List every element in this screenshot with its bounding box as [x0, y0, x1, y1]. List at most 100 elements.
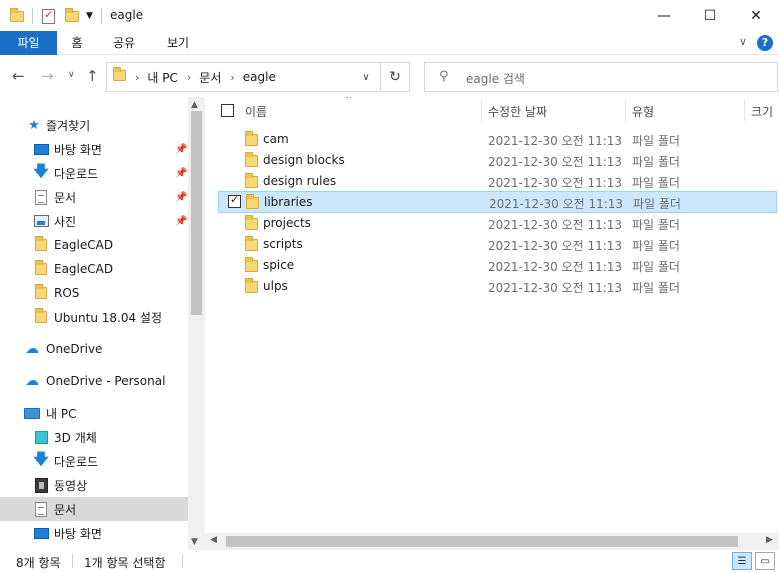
minimize-button[interactable]: —: [641, 0, 687, 31]
column-size[interactable]: 크기: [751, 103, 773, 120]
close-button[interactable]: ✕: [733, 0, 779, 31]
nav-scrollbar-thumb[interactable]: [191, 111, 202, 315]
selection-count: 1개 항목 선택함: [84, 556, 166, 570]
pin-icon: 📌: [175, 167, 188, 179]
folder-icon: [245, 152, 258, 170]
file-row-projects[interactable]: projects 2021-12-30 오전 11:13 파일 폴더: [219, 213, 777, 234]
file-row-ulps[interactable]: ulps 2021-12-30 오전 11:13 파일 폴더: [219, 276, 777, 297]
up-arrow-icon[interactable]: ↑: [86, 67, 99, 85]
3d-objects-icon: [33, 429, 49, 445]
file-row-libraries[interactable]: ✓ libraries 2021-12-30 오전 11:13 파일 폴더: [218, 191, 777, 213]
file-row-cam[interactable]: cam 2021-12-30 오전 11:13 파일 폴더: [219, 129, 777, 150]
help-icon[interactable]: ?: [757, 35, 773, 51]
nav-scrollbar[interactable]: ▲ ▼: [188, 97, 205, 550]
chevron-right-icon[interactable]: ›: [230, 71, 234, 84]
status-bar: 8개 항목 1개 항목 선택함 ☰ ▭: [0, 550, 779, 573]
horizontal-scrollbar-thumb[interactable]: [226, 536, 738, 547]
nav-quick-access[interactable]: ★ 즐겨찾기: [0, 113, 188, 137]
nav-onedrive[interactable]: ☁ OneDrive: [0, 337, 188, 361]
nav-label: 문서: [54, 190, 77, 205]
file-row-design-rules[interactable]: design rules 2021-12-30 오전 11:13 파일 폴더: [219, 171, 777, 192]
maximize-button[interactable]: ☐: [687, 0, 733, 31]
folder-icon: [246, 194, 259, 212]
tab-view[interactable]: 보기: [160, 31, 196, 55]
chevron-right-icon[interactable]: ›: [187, 71, 191, 84]
nav-item-ros[interactable]: ROS: [0, 281, 188, 305]
column-date-modified[interactable]: 수정한 날짜: [488, 103, 547, 120]
nav-this-pc[interactable]: 내 PC: [0, 401, 188, 425]
folder-icon: [33, 236, 49, 253]
nav-item-videos[interactable]: 동영상: [0, 473, 188, 497]
select-all-checkbox[interactable]: [221, 104, 234, 117]
nav-label: 사진: [54, 214, 77, 229]
breadcrumb-this-pc[interactable]: 내 PC: [147, 69, 177, 86]
toolbar-divider: [32, 8, 33, 24]
cloud-icon: ☁: [25, 341, 39, 357]
checkmark-icon: ✓: [230, 193, 240, 206]
file-row-scripts[interactable]: scripts 2021-12-30 오전 11:13 파일 폴더: [219, 234, 777, 255]
back-arrow-icon[interactable]: ←: [12, 67, 25, 85]
nav-item-pc-downloads[interactable]: 🡇 다운로드: [0, 449, 188, 473]
scroll-up-icon[interactable]: ▲: [191, 100, 198, 110]
nav-label: EagleCAD: [54, 238, 114, 252]
properties-icon[interactable]: [42, 7, 55, 25]
computer-icon: [24, 405, 40, 421]
nav-item-pc-documents[interactable]: 문서: [0, 497, 188, 521]
file-type: 파일 폴더: [632, 281, 680, 295]
expand-ribbon-chevron-icon[interactable]: ∨: [739, 35, 747, 48]
tab-share[interactable]: 공유: [106, 31, 142, 55]
document-icon: [33, 501, 49, 517]
forward-arrow-icon[interactable]: →: [41, 67, 54, 85]
nav-label: 바탕 화면: [54, 526, 102, 541]
search-placeholder: eagle 검색: [466, 72, 525, 86]
nav-item-pc-desktop[interactable]: 바탕 화면: [0, 521, 188, 545]
large-icons-view-button[interactable]: ▭: [755, 552, 775, 570]
column-name[interactable]: 이름: [245, 103, 267, 120]
file-name: design rules: [263, 174, 337, 188]
scroll-left-icon[interactable]: ◀: [210, 535, 217, 545]
scroll-down-icon[interactable]: ▼: [191, 537, 198, 547]
ribbon-tabs: 파일 홈 공유 보기 ∨ ?: [0, 31, 779, 55]
breadcrumb-eagle[interactable]: eagle: [243, 70, 276, 84]
row-checkbox[interactable]: ✓: [228, 193, 241, 208]
refresh-button[interactable]: ↻: [380, 62, 410, 92]
horizontal-scrollbar[interactable]: ◀ ▶: [205, 533, 779, 550]
file-row-design-blocks[interactable]: design blocks 2021-12-30 오전 11:13 파일 폴더: [219, 150, 777, 171]
scroll-right-icon[interactable]: ▶: [766, 535, 773, 545]
address-bar[interactable]: › 내 PC › 문서 › eagle ∨: [106, 62, 410, 92]
column-type[interactable]: 유형: [632, 103, 654, 120]
recent-locations-chevron-icon[interactable]: ∨: [68, 70, 75, 80]
file-date: 2021-12-30 오전 11:13: [488, 281, 623, 295]
nav-item-pictures[interactable]: 사진 📌: [0, 209, 188, 233]
file-date: 2021-12-30 오전 11:13: [488, 176, 623, 190]
file-date: 2021-12-30 오전 11:13: [489, 197, 624, 211]
nav-item-eaglecad-2[interactable]: EagleCAD: [0, 257, 188, 281]
sort-ascending-icon: ^: [345, 97, 353, 105]
file-date: 2021-12-30 오전 11:13: [488, 218, 623, 232]
details-view-button[interactable]: ☰: [732, 552, 752, 570]
customize-toolbar-chevron-icon[interactable]: ▼: [86, 7, 93, 25]
chevron-right-icon[interactable]: ›: [135, 71, 139, 84]
column-divider[interactable]: [481, 99, 482, 121]
nav-item-desktop[interactable]: 바탕 화면 📌: [0, 137, 188, 161]
new-folder-icon[interactable]: [65, 7, 79, 25]
nav-item-3d-objects[interactable]: 3D 개체: [0, 425, 188, 449]
document-icon: [33, 189, 49, 205]
file-date: 2021-12-30 오전 11:13: [488, 155, 623, 169]
nav-item-downloads[interactable]: 🡇 다운로드 📌: [0, 161, 188, 185]
file-row-spice[interactable]: spice 2021-12-30 오전 11:13 파일 폴더: [219, 255, 777, 276]
tab-file[interactable]: 파일: [0, 31, 57, 55]
pictures-icon: [33, 213, 49, 229]
download-icon: 🡇: [33, 161, 49, 180]
folder-icon: [113, 67, 126, 84]
address-history-chevron-icon[interactable]: ∨: [354, 63, 378, 91]
column-divider[interactable]: [625, 99, 626, 121]
nav-onedrive-personal[interactable]: ☁ OneDrive - Personal: [0, 369, 188, 393]
tab-home[interactable]: 홈: [62, 31, 92, 55]
nav-item-eaglecad[interactable]: EagleCAD: [0, 233, 188, 257]
column-divider[interactable]: [744, 99, 745, 121]
breadcrumb-documents[interactable]: 문서: [199, 69, 221, 86]
search-box[interactable]: ⚲ eagle 검색: [424, 62, 778, 92]
nav-item-ubuntu-settings[interactable]: Ubuntu 18.04 설정: [0, 305, 188, 329]
nav-item-documents[interactable]: 문서 📌: [0, 185, 188, 209]
